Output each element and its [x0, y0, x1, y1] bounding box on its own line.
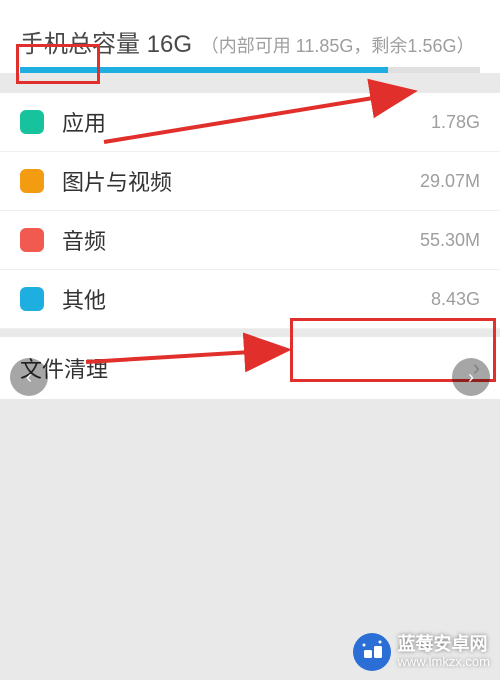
- category-swatch: [20, 110, 44, 134]
- category-label: 应用: [62, 106, 380, 138]
- title-size: 16G: [147, 31, 192, 58]
- category-value: 1.78G: [380, 112, 480, 133]
- progress-fill: [20, 67, 388, 73]
- watermark-icon: [352, 632, 392, 672]
- category-label: 其他: [62, 283, 380, 315]
- category-value: 8.43G: [380, 289, 480, 310]
- category-swatch: [20, 228, 44, 252]
- title-prefix: 手机总容量: [20, 31, 147, 58]
- category-value: 29.07M: [380, 171, 480, 192]
- watermark: 蓝莓安卓网 www.lmkzx.com: [352, 632, 490, 672]
- chevron-right-icon: ›: [468, 367, 474, 388]
- category-row[interactable]: 其他8.43G: [0, 270, 500, 329]
- carousel-prev-button[interactable]: ‹: [10, 358, 48, 396]
- category-row[interactable]: 图片与视频29.07M: [0, 152, 500, 211]
- category-row[interactable]: 应用1.78G: [0, 93, 500, 152]
- storage-progress: [20, 67, 480, 73]
- carousel-next-button[interactable]: ›: [452, 358, 490, 396]
- progress-track: [20, 67, 480, 73]
- storage-categories: 应用1.78G图片与视频29.07M音频55.30M其他8.43G: [0, 93, 500, 329]
- category-value: 55.30M: [380, 230, 480, 251]
- file-clean-row[interactable]: 文件清理 ›: [0, 337, 500, 399]
- chevron-left-icon: ‹: [26, 367, 32, 388]
- storage-title: 手机总容量 16G: [20, 31, 199, 58]
- storage-header: 手机总容量 16G （内部可用 11.85G，剩余1.56G）: [0, 0, 500, 73]
- category-row[interactable]: 音频55.30M: [0, 211, 500, 270]
- category-label: 音频: [62, 224, 380, 256]
- watermark-bottom: www.lmkzx.com: [398, 655, 490, 669]
- watermark-top: 蓝莓安卓网: [398, 635, 490, 655]
- storage-subtitle: （内部可用 11.85G，剩余1.56G）: [201, 36, 475, 56]
- category-label: 图片与视频: [62, 165, 380, 197]
- watermark-text: 蓝莓安卓网 www.lmkzx.com: [398, 635, 490, 669]
- category-swatch: [20, 287, 44, 311]
- file-clean-label: 文件清理: [20, 352, 473, 384]
- category-swatch: [20, 169, 44, 193]
